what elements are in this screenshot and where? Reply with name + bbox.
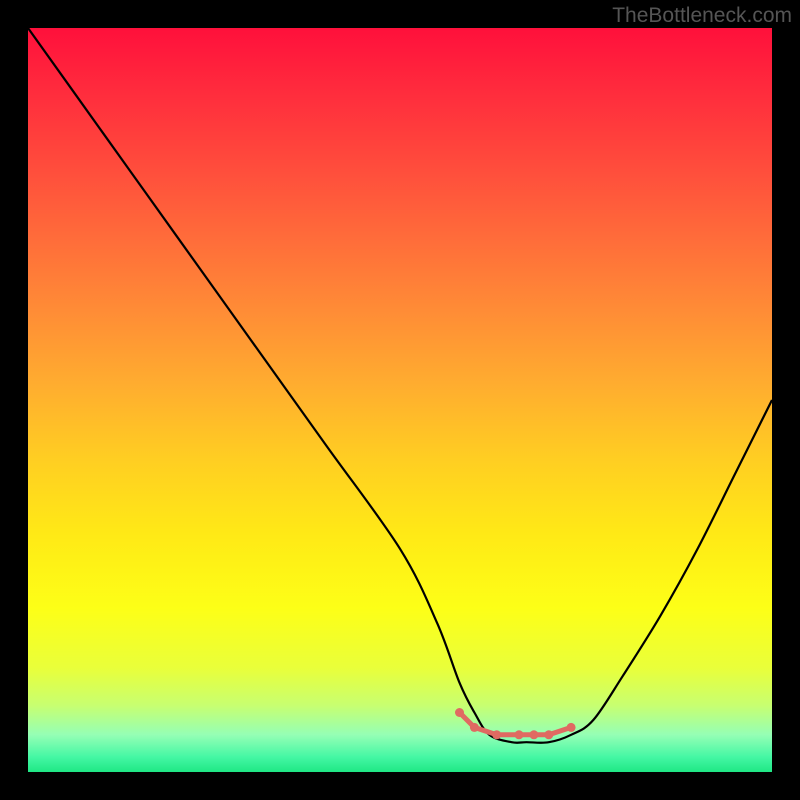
flat-marker bbox=[544, 730, 553, 739]
chart-container: TheBottleneck.com bbox=[0, 0, 800, 800]
flat-marker bbox=[567, 723, 576, 732]
plot-area bbox=[28, 28, 772, 772]
curve-svg bbox=[28, 28, 772, 772]
flat-marker bbox=[515, 730, 524, 739]
flat-marker bbox=[529, 730, 538, 739]
flat-marker bbox=[455, 708, 464, 717]
flat-marker bbox=[492, 730, 501, 739]
bottleneck-curve bbox=[28, 28, 772, 743]
flat-marker bbox=[470, 723, 479, 732]
watermark-text: TheBottleneck.com bbox=[612, 4, 792, 28]
flat-region-markers bbox=[455, 708, 576, 739]
